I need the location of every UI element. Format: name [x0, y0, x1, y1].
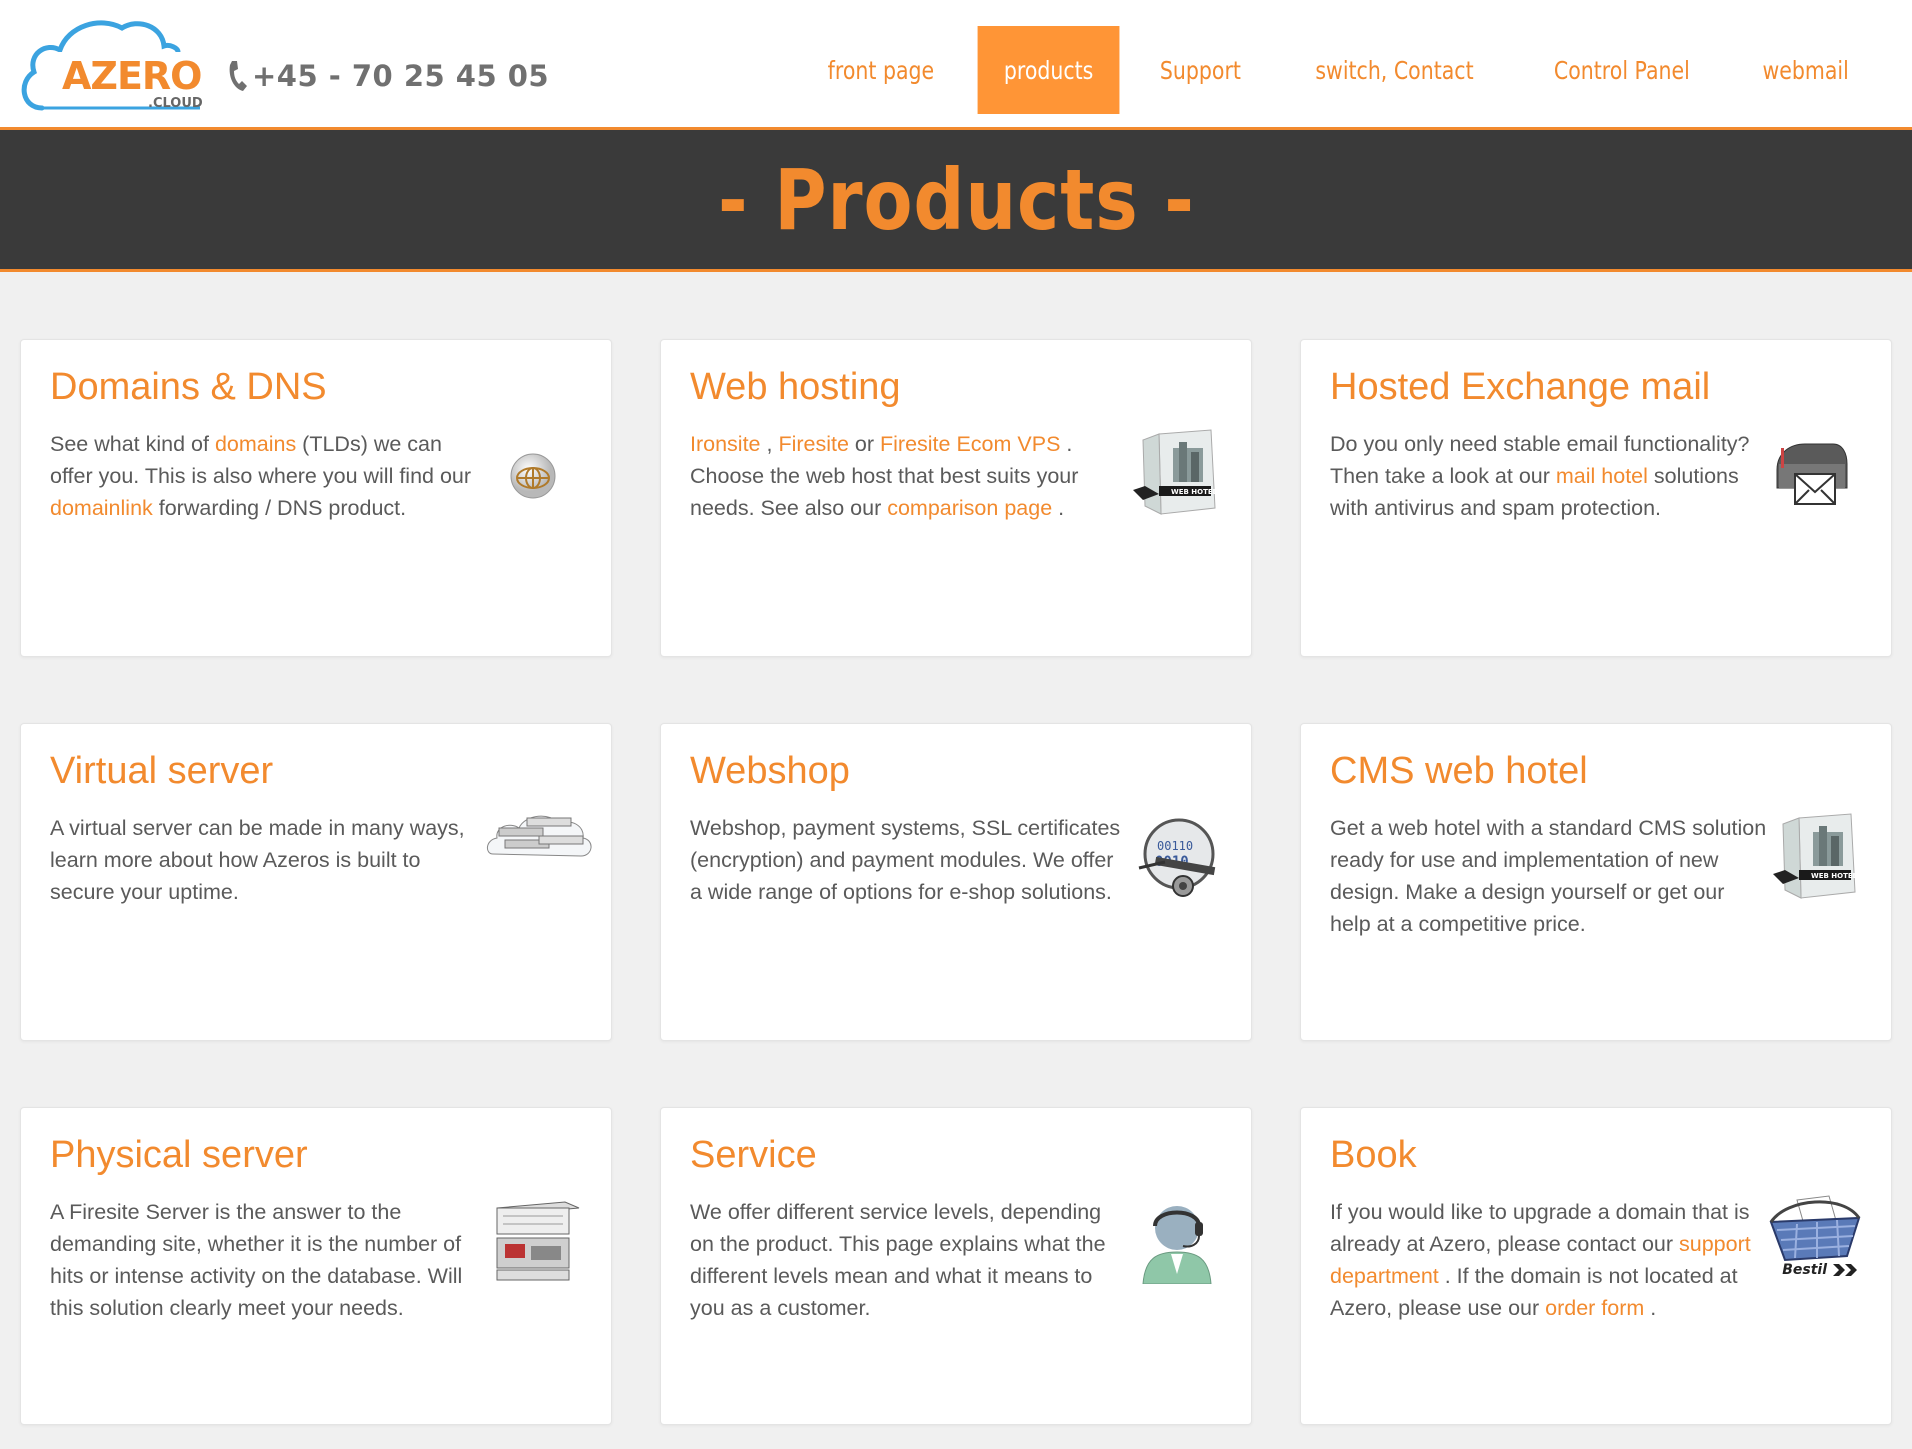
inline-link[interactable]: domainlink — [50, 496, 153, 520]
product-card: Service We offer different service level… — [660, 1107, 1252, 1425]
rack-server-icon — [496, 1201, 580, 1281]
body-text: Get a web hotel with a standard CMS solu… — [1330, 816, 1767, 936]
card-body: Do you only need stable email functional… — [1330, 428, 1770, 524]
page-title: - Products - — [717, 150, 1195, 249]
cloud-servers-icon — [487, 815, 592, 857]
nav-webmail[interactable]: webmail — [1736, 26, 1875, 114]
card-body: Ironsite , Firesite or Firesite Ecom VPS… — [690, 428, 1130, 524]
basket-caption: Bestil — [1782, 1262, 1827, 1278]
product-card: Virtual server A virtual server can be m… — [20, 723, 612, 1041]
card-body: We offer different service levels, depen… — [690, 1196, 1130, 1324]
product-card: Domains & DNS See what kind of domains (… — [20, 339, 612, 657]
card-title[interactable]: CMS web hotel — [1330, 750, 1588, 793]
site-header: AZERO .CLOUD +45 - 70 25 45 05 front pag… — [0, 0, 1912, 130]
card-body: If you would like to upgrade a domain th… — [1330, 1196, 1770, 1324]
shopping-basket-icon — [1769, 1195, 1861, 1262]
mailbox-icon — [1776, 443, 1848, 505]
card-title[interactable]: Physical server — [50, 1134, 308, 1177]
main-nav: front page products Support switch, Cont… — [792, 26, 1882, 114]
inline-link[interactable]: comparison page — [887, 496, 1052, 520]
product-card: Web hosting Ironsite , Firesite or Fires… — [660, 339, 1252, 657]
nav-switch-contact[interactable]: switch, Contact — [1289, 26, 1500, 114]
product-card: Physical server A Firesite Server is the… — [20, 1107, 612, 1425]
phone-number: +45 - 70 25 45 05 — [226, 56, 549, 96]
product-card: CMS web hotel Get a web hotel with a sta… — [1300, 723, 1892, 1041]
body-text: Webshop, payment systems, SSL certificat… — [690, 816, 1121, 904]
card-title[interactable]: Domains & DNS — [50, 366, 327, 409]
body-text: forwarding / DNS product. — [152, 496, 407, 520]
product-card: Book If you would like to upgrade a doma… — [1300, 1107, 1892, 1425]
order-basket[interactable]: Bestil — [1767, 1194, 1863, 1286]
support-agent-icon — [1142, 1206, 1212, 1284]
body-text: A virtual server can be made in many way… — [50, 816, 465, 904]
body-text: See what kind of — [50, 432, 215, 456]
card-title[interactable]: Book — [1330, 1134, 1417, 1177]
inline-link[interactable]: order form — [1545, 1296, 1644, 1320]
svg-text:WEB HOTEL: WEB HOTEL — [1171, 488, 1218, 496]
nav-front-page[interactable]: front page — [802, 26, 961, 114]
card-body: Webshop, payment systems, SSL certificat… — [690, 812, 1130, 908]
inline-link[interactable]: mail hotel — [1556, 464, 1648, 488]
card-title[interactable]: Virtual server — [50, 750, 273, 793]
nav-control-panel[interactable]: Control Panel — [1528, 26, 1716, 114]
inline-link[interactable]: domains — [215, 432, 296, 456]
nav-support[interactable]: Support — [1134, 26, 1268, 114]
card-title[interactable]: Webshop — [690, 750, 850, 793]
inline-link[interactable]: Firesite — [778, 432, 848, 456]
card-body: Get a web hotel with a standard CMS solu… — [1330, 812, 1770, 940]
body-text: . — [1644, 1296, 1657, 1320]
body-text: . — [1052, 496, 1065, 520]
svg-text:00110: 00110 — [1157, 839, 1193, 853]
body-text: , — [760, 432, 779, 456]
product-card: Hosted Exchange mail Do you only need st… — [1300, 339, 1892, 657]
body-text: or — [848, 432, 880, 456]
azero-logo[interactable]: AZERO .CLOUD — [20, 12, 210, 112]
inline-link[interactable]: Firesite Ecom VPS — [880, 432, 1060, 456]
phone-icon — [229, 61, 247, 91]
globe-icon — [510, 453, 556, 499]
secure-lock-icon: 00110 0010 — [1138, 818, 1216, 897]
webhotel-box-icon: WEB HOTEL — [1773, 813, 1858, 899]
product-card: Webshop Webshop, payment systems, SSL ce… — [660, 723, 1252, 1041]
body-text: We offer different service levels, depen… — [690, 1200, 1106, 1320]
card-body: A Firesite Server is the answer to the d… — [50, 1196, 490, 1324]
logo-text: AZERO — [62, 54, 202, 98]
card-title[interactable]: Service — [690, 1134, 817, 1177]
svg-text:WEB HOTEL: WEB HOTEL — [1811, 872, 1858, 880]
webhotel-box-icon: WEB HOTEL — [1133, 429, 1218, 515]
page-banner: - Products - — [0, 130, 1912, 272]
double-chevron-right-icon — [1833, 1264, 1857, 1276]
inline-link[interactable]: Ironsite — [690, 432, 761, 456]
card-title[interactable]: Web hosting — [690, 366, 901, 409]
phone-number-text: +45 - 70 25 45 05 — [252, 59, 550, 93]
card-title[interactable]: Hosted Exchange mail — [1330, 366, 1710, 409]
card-body: See what kind of domains (TLDs) we can o… — [50, 428, 490, 524]
nav-products[interactable]: products — [977, 26, 1120, 114]
body-text: A Firesite Server is the answer to the d… — [50, 1200, 463, 1320]
logo-subtext: .CLOUD — [148, 96, 203, 111]
card-body: A virtual server can be made in many way… — [50, 812, 490, 908]
